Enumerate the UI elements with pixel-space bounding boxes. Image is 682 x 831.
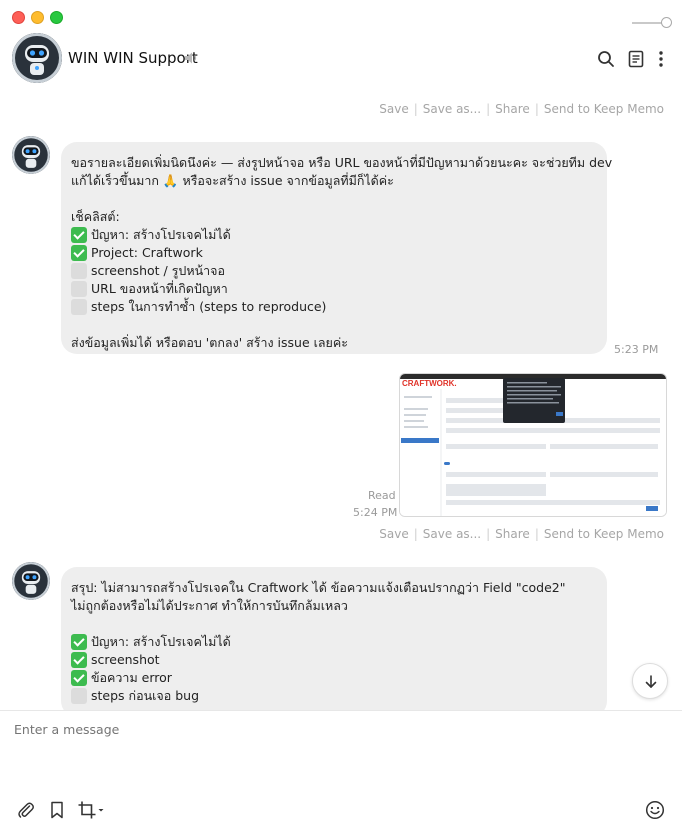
checkmark-icon <box>71 227 87 243</box>
empty-box-icon <box>71 688 87 704</box>
message-text: สรุป: ไม่สามารถสร้างโปรเจคใน Craftwork ไ… <box>71 580 566 595</box>
arrow-down-icon <box>645 675 657 688</box>
search-icon[interactable] <box>597 50 615 68</box>
share-link[interactable]: Share <box>495 527 530 541</box>
maximize-window-button[interactable] <box>50 11 63 24</box>
checklist-item: screenshot / รูปหน้าจอ <box>71 262 597 280</box>
minimize-window-button[interactable] <box>31 11 44 24</box>
screenshot-attachment[interactable]: CRAFTWORK. <box>399 373 667 517</box>
empty-box-icon <box>71 299 87 315</box>
checklist-item: steps ก่อนเจอ bug <box>71 687 597 705</box>
chat-header: WIN WIN Support <box>0 32 682 84</box>
emoji-icon[interactable] <box>645 800 665 820</box>
paperclip-icon[interactable] <box>16 800 36 820</box>
checklist-item: ปัญหา: สร้างโปรเจคไม่ได้ <box>71 226 597 244</box>
message-input[interactable] <box>14 722 614 737</box>
send-to-keep-link[interactable]: Send to Keep Memo <box>544 527 664 541</box>
message-text: ขอรายละเอียดเพิ่มนิดนึงค่ะ — ส่งรูปหน้าจ… <box>71 155 613 170</box>
craftwork-logo: CRAFTWORK. <box>402 379 457 388</box>
scroll-to-bottom-button[interactable] <box>632 663 668 699</box>
window-controls <box>12 11 63 24</box>
close-window-button[interactable] <box>12 11 25 24</box>
speaker-icon[interactable] <box>184 51 200 65</box>
message-time: 5:23 PM <box>614 343 659 356</box>
checkmark-icon <box>71 245 87 261</box>
chat-title: WIN WIN Support <box>68 49 198 67</box>
checklist-item: Project: Craftwork <box>71 244 597 262</box>
notes-icon[interactable] <box>627 50 645 68</box>
message-actions: Save | Save as... | Share | Send to Keep Me… <box>379 102 664 116</box>
message-actions: Save | Save as... | Share | Send to Keep Me… <box>379 527 664 541</box>
message-text: ไม่ถูกต้องหรือไม่ได้ประกาศ ทำให้การบันทึ… <box>71 598 348 613</box>
checklist-title: เช็คลิสต์: <box>71 209 120 224</box>
bot-message-bubble: ขอรายละเอียดเพิ่มนิดนึงค่ะ — ส่งรูปหน้าจ… <box>61 142 613 354</box>
bot-avatar[interactable] <box>12 562 50 600</box>
share-link[interactable]: Share <box>495 102 530 116</box>
checkmark-icon <box>71 652 87 668</box>
checklist-item: screenshot <box>71 651 597 669</box>
bot-message-bubble: สรุป: ไม่สามารถสร้างโปรเจคใน Craftwork ไ… <box>61 567 607 717</box>
empty-box-icon <box>71 263 87 279</box>
save-as-link[interactable]: Save as... <box>423 527 481 541</box>
checkmark-icon <box>71 670 87 686</box>
checklist-item: steps ในการทำซ้ำ (steps to reproduce) <box>71 298 597 316</box>
robot-avatar[interactable] <box>12 33 62 83</box>
window-size-slider[interactable] <box>632 17 672 29</box>
more-icon[interactable] <box>652 50 670 68</box>
message-text: ส่งข้อมูลเพิ่มได้ หรือตอบ 'ตกลง' สร้าง i… <box>71 335 348 350</box>
message-text: แก้ได้เร็วขึ้นมาก 🙏 หรือจะสร้าง issue จา… <box>71 173 394 188</box>
checkmark-icon <box>71 634 87 650</box>
message-composer <box>0 710 682 831</box>
bot-avatar[interactable] <box>12 136 50 174</box>
send-to-keep-link[interactable]: Send to Keep Memo <box>544 102 664 116</box>
empty-box-icon <box>71 281 87 297</box>
slider-knob[interactable] <box>661 17 672 28</box>
read-status: Read <box>368 489 396 502</box>
checklist-item: URL ของหน้าที่เกิดปัญหา <box>71 280 597 298</box>
checklist-item: ข้อความ error <box>71 669 597 687</box>
message-time: 5:24 PM <box>353 506 398 519</box>
checklist-item: ปัญหา: สร้างโปรเจคไม่ได้ <box>71 633 597 651</box>
bookmark-icon[interactable] <box>47 800 67 820</box>
save-link[interactable]: Save <box>379 102 408 116</box>
save-link[interactable]: Save <box>379 527 408 541</box>
save-as-link[interactable]: Save as... <box>423 102 481 116</box>
crop-icon[interactable] <box>77 800 105 820</box>
